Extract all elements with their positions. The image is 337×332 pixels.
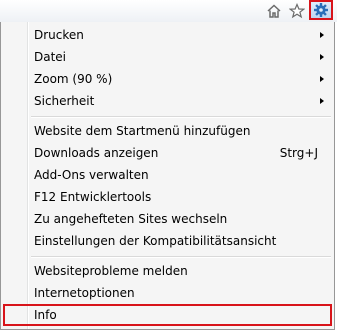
menu-item-label: Websiteprobleme melden xyxy=(34,264,188,278)
menu-item-label: Sicherheit xyxy=(34,94,95,108)
menu-item-internet-options[interactable]: Internetoptionen xyxy=(3,283,332,303)
menu-item-label: Website dem Startmenü hinzufügen xyxy=(34,124,251,138)
menu-item-label: Zoom (90 %) xyxy=(34,72,113,86)
menu-item-datei[interactable]: Datei xyxy=(3,47,332,67)
menu-item-info[interactable]: Info xyxy=(3,304,332,326)
menu-item-label: Info xyxy=(34,308,57,322)
menu-item-add-to-start-menu[interactable]: Website dem Startmenü hinzufügen xyxy=(3,121,332,141)
menu-separator xyxy=(31,256,331,258)
menu-item-label: Datei xyxy=(34,50,67,64)
menu-item-label: F12 Entwicklertools xyxy=(34,190,152,204)
menu-item-report-problems[interactable]: Websiteprobleme melden xyxy=(3,261,332,281)
menu-item-label: Einstellungen der Kompatibilitätsansicht xyxy=(34,234,277,248)
home-button[interactable] xyxy=(263,1,285,21)
submenu-arrow-icon xyxy=(320,32,324,38)
home-icon xyxy=(267,4,281,18)
star-icon xyxy=(289,3,305,19)
submenu-arrow-icon xyxy=(320,54,324,60)
menu-item-label: Drucken xyxy=(34,28,84,42)
menu-item-label: Zu angehefteten Sites wechseln xyxy=(34,212,228,226)
menu-item-label: Add-Ons verwalten xyxy=(34,168,149,182)
tools-menu: Drucken Datei Zoom (90 %) Sicherheit Web… xyxy=(0,22,335,330)
menu-item-add-ons[interactable]: Add-Ons verwalten xyxy=(3,165,332,185)
gear-icon xyxy=(314,3,328,17)
menu-separator xyxy=(31,116,331,118)
browser-toolbar xyxy=(0,0,337,22)
shortcut-label: Strg+J xyxy=(279,146,318,160)
tools-button[interactable] xyxy=(309,0,333,20)
menu-item-pinned-sites[interactable]: Zu angehefteten Sites wechseln xyxy=(3,209,332,229)
submenu-arrow-icon xyxy=(320,76,324,82)
menu-item-label: Internetoptionen xyxy=(34,286,135,300)
submenu-arrow-icon xyxy=(320,98,324,104)
menu-item-label: Downloads anzeigen xyxy=(34,146,159,160)
favorites-button[interactable] xyxy=(286,1,308,21)
menu-item-zoom[interactable]: Zoom (90 %) xyxy=(3,69,332,89)
menu-item-sicherheit[interactable]: Sicherheit xyxy=(3,91,332,111)
menu-item-f12-developer-tools[interactable]: F12 Entwicklertools xyxy=(3,187,332,207)
menu-item-downloads[interactable]: Downloads anzeigen Strg+J xyxy=(3,143,332,163)
menu-item-drucken[interactable]: Drucken xyxy=(3,25,332,45)
menu-item-compatibility-view[interactable]: Einstellungen der Kompatibilitätsansicht xyxy=(3,231,332,251)
